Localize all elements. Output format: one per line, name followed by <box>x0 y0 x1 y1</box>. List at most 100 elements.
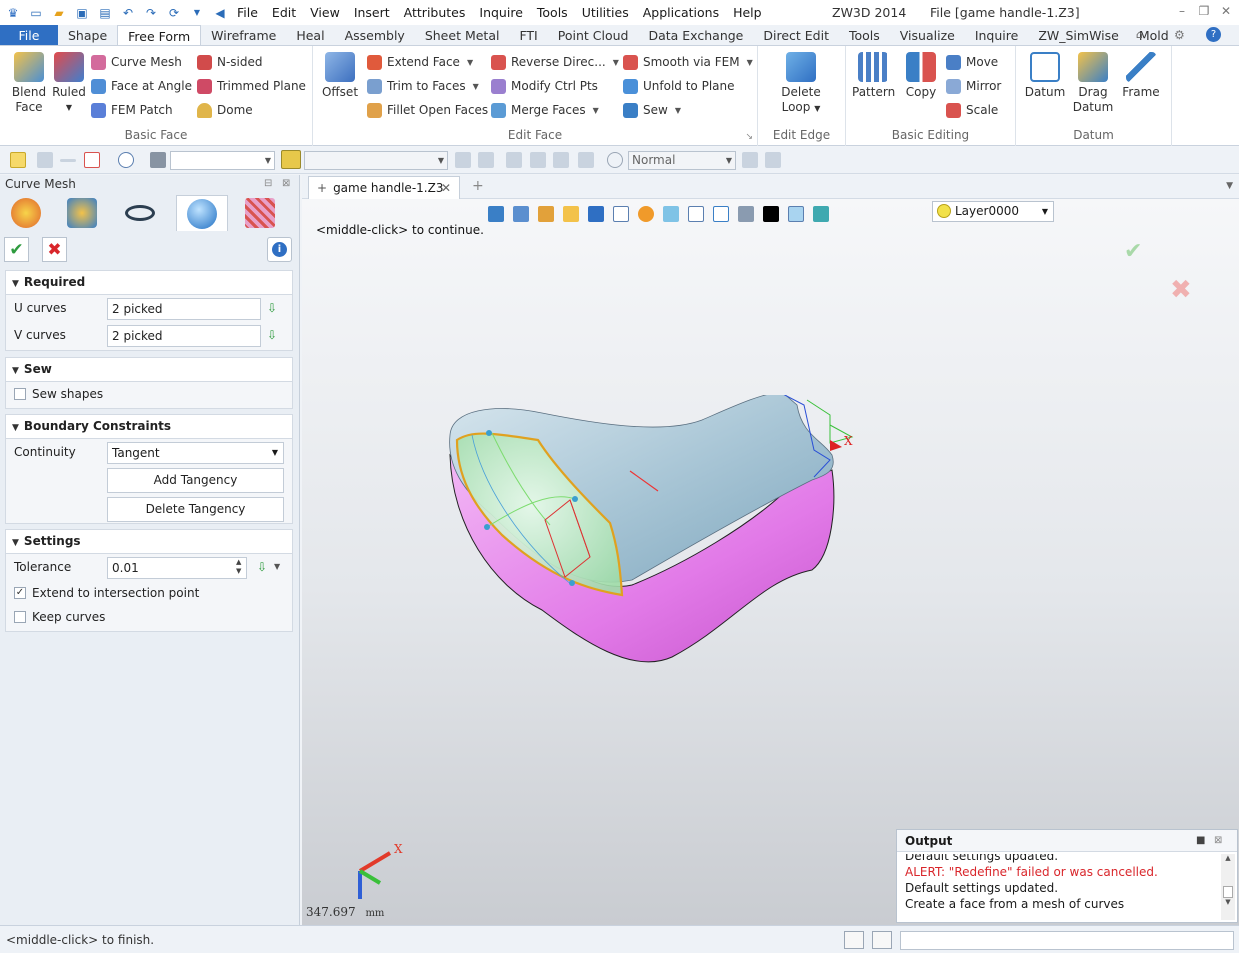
entity-combo[interactable]: ▼ <box>304 151 448 170</box>
save-icon[interactable]: ▣ <box>72 3 92 23</box>
filter-combo[interactable]: ▼ <box>170 151 275 170</box>
spinner-icon[interactable]: ▲ ▼ <box>236 558 241 576</box>
pen-icon[interactable] <box>538 206 554 222</box>
keep-curves-checkbox[interactable] <box>14 611 26 623</box>
output-scrollbar[interactable]: ▲ ▼ <box>1221 854 1235 920</box>
graphics-viewport[interactable]: + game handle-1.Z3 ✕ + ▼ Layer0000 ▼ <midd… <box>302 175 1239 925</box>
viewport-ok-icon[interactable]: ✔ <box>1124 239 1142 264</box>
back-arrow-icon[interactable]: ◀ <box>210 3 230 23</box>
status-list-icon[interactable] <box>872 931 892 949</box>
tab-data-exchange[interactable]: Data Exchange <box>638 25 753 45</box>
app-logo-icon[interactable]: ♛ <box>3 3 23 23</box>
fillet-open-faces-button[interactable]: Fillet Open Faces <box>367 100 488 120</box>
drag-datum-button[interactable]: Drag Datum <box>1072 52 1114 115</box>
blend-face-button[interactable]: Blend Face <box>8 52 50 115</box>
undo-icon[interactable]: ↶ <box>118 3 138 23</box>
mirror-button[interactable]: Mirror <box>946 76 1001 96</box>
sew-shapes-checkbox[interactable] <box>14 388 26 400</box>
unfold-to-plane-button[interactable]: Unfold to Plane <box>623 76 735 96</box>
tab-inquire[interactable]: Inquire <box>965 25 1029 45</box>
chevron-down-icon[interactable]: ▼ <box>473 82 479 91</box>
dialog-launcher-icon[interactable]: ↘ <box>745 132 753 142</box>
reverse-direction-button[interactable]: Reverse Direc... ▼ <box>491 52 619 72</box>
group-icon[interactable] <box>530 152 546 168</box>
tab-heal[interactable]: Heal <box>286 25 334 45</box>
delete-loop-button[interactable]: Delete Loop ▼ <box>780 52 822 116</box>
pin-icon[interactable] <box>578 152 594 168</box>
cursor-icon[interactable] <box>742 152 758 168</box>
display-icon[interactable] <box>663 206 679 222</box>
layer-combo[interactable]: Layer0000 ▼ <box>932 201 1054 222</box>
tab-fti[interactable]: FTI <box>509 25 547 45</box>
delete-tangency-button[interactable]: Delete Tangency <box>107 497 284 522</box>
scroll-down-icon[interactable]: ▼ <box>1221 898 1235 906</box>
pick-line-icon[interactable] <box>60 159 76 162</box>
tab-tools[interactable]: Tools <box>839 25 890 45</box>
output-close-icon[interactable]: ⊠ <box>1214 835 1226 847</box>
tab-point-cloud[interactable]: Point Cloud <box>548 25 639 45</box>
shade-icon[interactable] <box>563 206 579 222</box>
section-header-required[interactable]: ▼ Required <box>6 271 292 295</box>
tolerance-field[interactable]: 0.01 <box>107 557 247 579</box>
pick-box-icon[interactable] <box>84 152 100 168</box>
pick-arrow-icon[interactable] <box>10 152 26 168</box>
viewport-cancel-icon[interactable]: ✖ <box>1170 275 1192 305</box>
smart-pick-icon[interactable] <box>281 150 301 169</box>
chevron-down-icon[interactable]: ▼ <box>814 104 820 113</box>
tab-sheet-metal[interactable]: Sheet Metal <box>415 25 510 45</box>
game-handle-model[interactable]: X <box>432 395 872 685</box>
tab-file[interactable]: File <box>0 25 58 45</box>
panel-tab-view[interactable] <box>114 195 166 231</box>
offset-button[interactable]: Offset <box>319 52 361 100</box>
filter-icon[interactable] <box>150 152 166 168</box>
align-bottom-icon[interactable] <box>478 152 494 168</box>
move-button[interactable]: Move <box>946 52 998 72</box>
menu-file[interactable]: File <box>230 0 265 25</box>
panel-float-icon[interactable]: ⊟ <box>264 178 276 190</box>
v-curves-field[interactable]: 2 picked <box>107 325 261 347</box>
walk-icon[interactable] <box>488 206 504 222</box>
panel-tab-history[interactable] <box>0 195 52 231</box>
section-header-settings[interactable]: ▼ Settings <box>6 530 292 554</box>
extend-checkbox[interactable]: ✓ <box>14 587 26 599</box>
chevron-down-icon[interactable]: ▼ <box>187 3 207 23</box>
help-icon[interactable]: ? <box>1206 27 1221 42</box>
face-at-angle-button[interactable]: Face at Angle <box>91 76 192 96</box>
tab-direct-edit[interactable]: Direct Edit <box>753 25 839 45</box>
restore-icon[interactable]: ❐ <box>1195 4 1213 20</box>
view-orient-icon[interactable] <box>513 206 529 222</box>
new-tab-icon[interactable]: + <box>472 178 484 194</box>
settings-icon[interactable] <box>765 152 781 168</box>
minimize-icon[interactable]: – <box>1173 4 1191 20</box>
menu-insert[interactable]: Insert <box>347 0 397 25</box>
chevron-down-icon[interactable]: ▼ <box>274 562 280 571</box>
chevron-down-icon[interactable]: ▼ <box>467 58 473 67</box>
redo-icon[interactable]: ↷ <box>141 3 161 23</box>
add-tangency-button[interactable]: Add Tangency <box>107 468 284 493</box>
status-toggle-icon[interactable] <box>844 931 864 949</box>
extend-face-button[interactable]: Extend Face ▼ <box>367 52 473 72</box>
smooth-via-fem-button[interactable]: Smooth via FEM ▼ <box>623 52 753 72</box>
wire-cube-icon[interactable] <box>613 206 629 222</box>
datum-button[interactable]: Datum <box>1024 52 1066 100</box>
doc-tab-game-handle[interactable]: + game handle-1.Z3 ✕ <box>308 176 460 199</box>
menu-tools[interactable]: Tools <box>530 0 575 25</box>
menu-inquire[interactable]: Inquire <box>472 0 530 25</box>
output-pin-icon[interactable]: ■ <box>1196 835 1208 847</box>
menu-view[interactable]: View <box>303 0 347 25</box>
tab-shape[interactable]: Shape <box>58 25 117 45</box>
regen-icon[interactable]: ⟳ <box>164 3 184 23</box>
face-color-icon[interactable] <box>788 206 804 222</box>
pick-icon[interactable]: ⇩ <box>256 561 268 574</box>
pattern-button[interactable]: Pattern <box>852 52 895 100</box>
gear-icon[interactable]: ⚙ <box>1174 28 1185 42</box>
pick-point-icon[interactable] <box>37 152 53 168</box>
n-sided-button[interactable]: N-sided <box>197 52 263 72</box>
pick-filter-icon[interactable] <box>118 152 134 168</box>
sew-button[interactable]: Sew ▼ <box>623 100 681 120</box>
command-input[interactable] <box>900 931 1234 950</box>
u-curves-field[interactable]: 2 picked <box>107 298 261 320</box>
scale-button[interactable]: Scale <box>946 100 998 120</box>
menu-help[interactable]: Help <box>726 0 769 25</box>
menu-applications[interactable]: Applications <box>636 0 726 25</box>
